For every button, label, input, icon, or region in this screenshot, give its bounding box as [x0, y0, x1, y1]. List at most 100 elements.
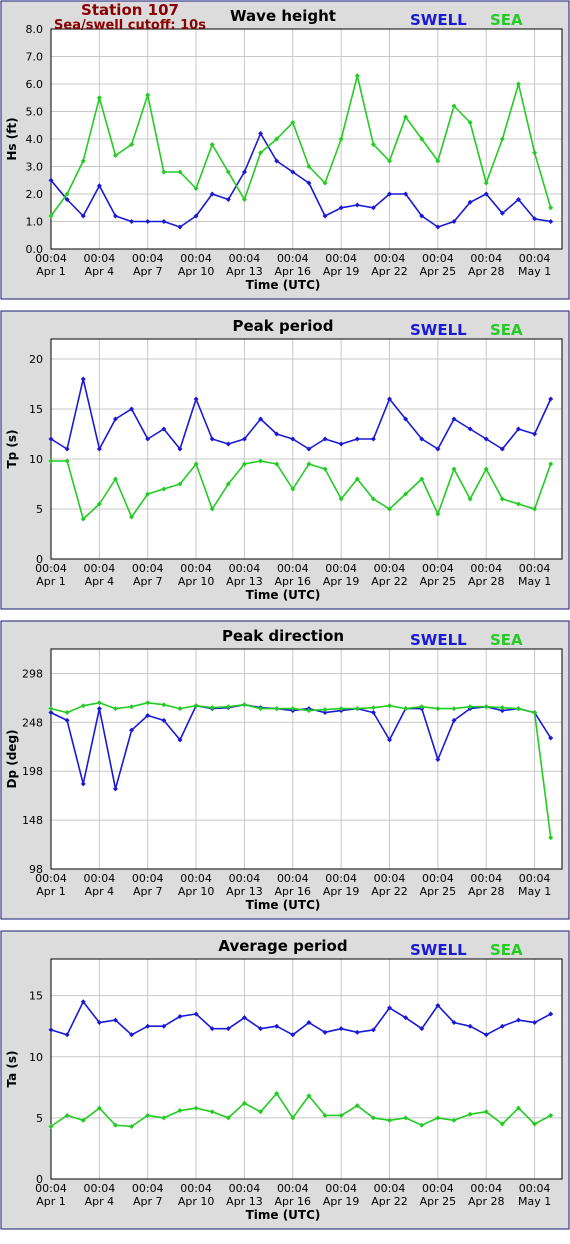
x-tick-date: Apr 7: [133, 1195, 163, 1208]
y-tick-label: 148: [22, 814, 43, 827]
y-tick-label: 8.0: [26, 23, 44, 36]
y-tick-label: 198: [22, 765, 43, 778]
x-tick-time: 00:04: [519, 1182, 551, 1195]
x-tick-time: 00:04: [35, 252, 67, 265]
x-tick-time: 00:04: [325, 562, 357, 575]
y-tick-label: 5.0: [26, 106, 44, 119]
x-tick-date: May 1: [518, 885, 551, 898]
x-tick-time: 00:04: [132, 562, 164, 575]
x-tick-date: May 1: [518, 575, 551, 588]
x-tick-date: Apr 22: [371, 1195, 408, 1208]
x-tick-date: Apr 19: [323, 1195, 360, 1208]
x-tick-time: 00:04: [132, 872, 164, 885]
charts-canvas: 0.01.02.03.04.05.06.07.08.000:04Apr 100:…: [0, 0, 570, 1230]
chart-panel-2: 0510152000:04Apr 100:04Apr 400:04Apr 700…: [0, 310, 570, 610]
x-tick-time: 00:04: [374, 872, 406, 885]
x-tick-time: 00:04: [470, 252, 502, 265]
x-axis-title: Time (UTC): [246, 898, 321, 912]
x-tick-time: 00:04: [374, 1182, 406, 1195]
x-tick-date: Apr 13: [226, 575, 263, 588]
x-tick-time: 00:04: [229, 872, 261, 885]
x-tick-date: Apr 16: [275, 1195, 312, 1208]
x-tick-date: Apr 22: [371, 885, 408, 898]
x-tick-date: May 1: [518, 265, 551, 278]
x-tick-time: 00:04: [519, 252, 551, 265]
x-tick-date: Apr 4: [85, 265, 115, 278]
plot-area: [51, 649, 562, 869]
x-tick-time: 00:04: [325, 1182, 357, 1195]
x-tick-time: 00:04: [84, 872, 116, 885]
y-tick-label: 4.0: [26, 133, 44, 146]
x-axis-title: Time (UTC): [246, 588, 321, 602]
x-tick-time: 00:04: [35, 562, 67, 575]
x-tick-date: May 1: [518, 1195, 551, 1208]
x-tick-date: Apr 16: [275, 575, 312, 588]
x-tick-time: 00:04: [470, 872, 502, 885]
x-tick-time: 00:04: [470, 562, 502, 575]
x-tick-time: 00:04: [180, 872, 212, 885]
x-tick-date: Apr 19: [323, 885, 360, 898]
x-tick-date: Apr 13: [226, 265, 263, 278]
x-tick-date: Apr 16: [275, 265, 312, 278]
x-tick-time: 00:04: [325, 872, 357, 885]
x-tick-date: Apr 19: [323, 575, 360, 588]
x-tick-date: Apr 7: [133, 885, 163, 898]
y-tick-label: 2.0: [26, 188, 44, 201]
x-tick-time: 00:04: [180, 562, 212, 575]
legend-sea: SEA: [490, 321, 523, 339]
x-tick-date: Apr 4: [85, 1195, 115, 1208]
x-tick-time: 00:04: [374, 252, 406, 265]
x-tick-time: 00:04: [470, 1182, 502, 1195]
x-tick-time: 00:04: [229, 562, 261, 575]
x-tick-date: Apr 28: [468, 265, 505, 278]
chart-panel-3: 9814819824829800:04Apr 100:04Apr 400:04A…: [0, 620, 570, 920]
y-tick-label: 15: [29, 403, 43, 416]
x-tick-time: 00:04: [84, 562, 116, 575]
legend-swell: SWELL: [410, 941, 467, 959]
x-tick-time: 00:04: [277, 562, 309, 575]
x-tick-date: Apr 19: [323, 265, 360, 278]
x-tick-date: Apr 10: [178, 575, 215, 588]
x-tick-time: 00:04: [35, 1182, 67, 1195]
x-tick-date: Apr 13: [226, 1195, 263, 1208]
y-tick-label: 20: [29, 353, 43, 366]
x-tick-date: Apr 25: [420, 265, 457, 278]
legend-sea: SEA: [490, 941, 523, 959]
y-tick-label: 15: [29, 990, 43, 1003]
y-tick-label: 7.0: [26, 51, 44, 64]
x-tick-time: 00:04: [277, 1182, 309, 1195]
chart-panel-4: 05101500:04Apr 100:04Apr 400:04Apr 700:0…: [0, 930, 570, 1230]
x-tick-date: Apr 22: [371, 265, 408, 278]
x-tick-date: Apr 22: [371, 575, 408, 588]
x-tick-date: Apr 10: [178, 265, 215, 278]
legend-sea: SEA: [490, 631, 523, 649]
x-tick-date: Apr 13: [226, 885, 263, 898]
x-tick-time: 00:04: [277, 872, 309, 885]
x-tick-time: 00:04: [180, 252, 212, 265]
y-tick-label: 5: [36, 503, 43, 516]
x-tick-date: Apr 4: [85, 885, 115, 898]
y-tick-label: 3.0: [26, 161, 44, 174]
y-tick-label: 10: [29, 453, 43, 466]
legend-swell: SWELL: [410, 631, 467, 649]
x-tick-time: 00:04: [519, 872, 551, 885]
x-tick-date: Apr 7: [133, 265, 163, 278]
x-tick-date: Apr 10: [178, 885, 215, 898]
y-axis-title: Dp (deg): [5, 729, 19, 788]
plot-area: [51, 959, 562, 1179]
station-name: Station 107: [81, 1, 179, 19]
y-tick-label: 5: [36, 1112, 43, 1125]
chart-title: Average period: [218, 937, 347, 955]
y-tick-label: 10: [29, 1051, 43, 1064]
chart-title: Wave height: [230, 7, 336, 25]
x-tick-time: 00:04: [180, 1182, 212, 1195]
x-tick-date: Apr 4: [85, 575, 115, 588]
y-axis-title: Hs (ft): [5, 117, 19, 160]
x-tick-date: Apr 28: [468, 885, 505, 898]
x-tick-time: 00:04: [229, 252, 261, 265]
x-tick-time: 00:04: [229, 1182, 261, 1195]
y-axis-title: Ta (s): [5, 1050, 19, 1087]
x-tick-time: 00:04: [422, 252, 454, 265]
chart-title: Peak direction: [222, 627, 344, 645]
y-tick-label: 298: [22, 667, 43, 680]
